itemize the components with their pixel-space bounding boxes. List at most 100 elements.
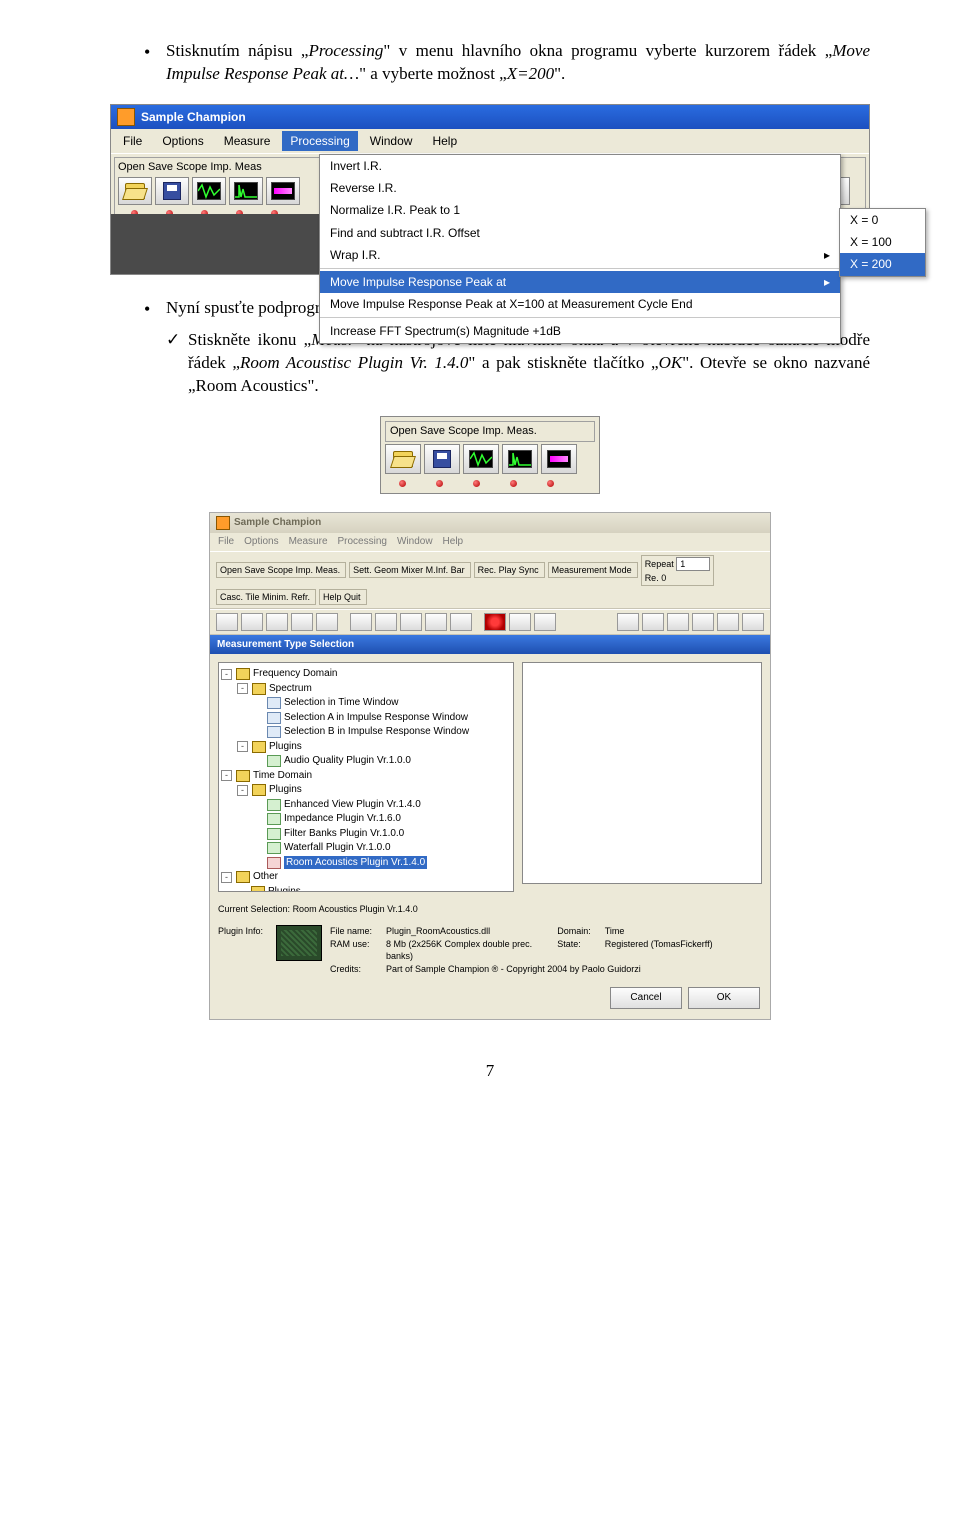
menu-wrap-ir[interactable]: Wrap I.R.▸: [320, 244, 840, 266]
menu-options[interactable]: Options: [244, 535, 278, 549]
tree-item[interactable]: Impedance Plugin Vr.1.6.0: [221, 812, 511, 827]
expand-icon[interactable]: -: [237, 785, 248, 796]
menu-reverse-ir[interactable]: Reverse I.R.: [320, 177, 840, 199]
menu-help[interactable]: Help: [443, 535, 464, 549]
tree-item[interactable]: Plugins: [221, 885, 511, 893]
tree-item[interactable]: Selection A in Impulse Response Window: [221, 711, 511, 726]
state-label: State:: [557, 938, 591, 962]
toolbar-button[interactable]: [241, 613, 263, 631]
menu-move-ir-peak-at[interactable]: Move Impulse Response Peak at▸: [320, 271, 840, 293]
plugin-icon: [267, 697, 281, 709]
submenu-x200[interactable]: X = 200: [840, 253, 925, 275]
menu-window[interactable]: Window: [362, 131, 421, 151]
menu-processing[interactable]: Processing: [338, 535, 387, 549]
screenshot-measurement-type-dialog: Sample Champion File Options Measure Pro…: [209, 512, 771, 1020]
tree-item[interactable]: Enhanced View Plugin Vr.1.4.0: [221, 798, 511, 813]
impulse-icon: [508, 450, 532, 468]
tree-item[interactable]: Selection in Time Window: [221, 696, 511, 711]
measurement-type-tree[interactable]: -Frequency Domain-SpectrumSelection in T…: [218, 662, 514, 892]
save-button[interactable]: [155, 177, 189, 205]
paragraph-1: • Stisknutím nápisu „Processing" v menu …: [144, 40, 870, 86]
menu-window[interactable]: Window: [397, 535, 433, 549]
expand-icon[interactable]: -: [237, 683, 248, 694]
plugin-info-panel: Plugin Info: File name:Plugin_RoomAcoust…: [210, 919, 770, 982]
indicator: [385, 477, 419, 489]
toolbar-button[interactable]: [216, 613, 238, 631]
toolbar-button[interactable]: [400, 613, 422, 631]
menu-file[interactable]: File: [115, 131, 150, 151]
tree-item[interactable]: Selection B in Impulse Response Window: [221, 725, 511, 740]
meas-button[interactable]: [541, 444, 577, 474]
tree-item[interactable]: Filter Banks Plugin Vr.1.0.0: [221, 827, 511, 842]
play-button[interactable]: [509, 613, 531, 631]
toolbar-button[interactable]: [316, 613, 338, 631]
toolbar-button[interactable]: [667, 613, 689, 631]
tree-item-label: Audio Quality Plugin Vr.1.0.0: [284, 754, 411, 768]
tree-item[interactable]: -Time Domain: [221, 769, 511, 784]
impulse-button[interactable]: [229, 177, 263, 205]
help-button[interactable]: [717, 613, 739, 631]
bullet-dot: •: [144, 40, 166, 86]
expand-icon[interactable]: -: [221, 770, 232, 781]
toolbar-button[interactable]: [450, 613, 472, 631]
menu-help[interactable]: Help: [424, 131, 465, 151]
menu-measure[interactable]: Measure: [289, 535, 328, 549]
tree-item[interactable]: Audio Quality Plugin Vr.1.0.0: [221, 754, 511, 769]
open-button[interactable]: [118, 177, 152, 205]
ram-value: 8 Mb (2x256K Complex double prec. banks): [386, 938, 543, 962]
menu-find-subtract-offset[interactable]: Find and subtract I.R. Offset: [320, 222, 840, 244]
open-button[interactable]: [385, 444, 421, 474]
ram-label: RAM use:: [330, 938, 372, 962]
tree-item[interactable]: -Plugins: [221, 783, 511, 798]
toolbar-button[interactable]: [425, 613, 447, 631]
impulse-button[interactable]: [502, 444, 538, 474]
menu-increase-fft-magnitude[interactable]: Increase FFT Spectrum(s) Magnitude +1dB: [320, 320, 840, 342]
toolbar-button[interactable]: [642, 613, 664, 631]
toolbar-button[interactable]: [375, 613, 397, 631]
tree-item[interactable]: -Other: [221, 870, 511, 885]
folder-icon: [236, 770, 250, 782]
move-peak-submenu: X = 0 X = 100 X = 200: [839, 208, 926, 277]
tree-item[interactable]: -Frequency Domain: [221, 667, 511, 682]
menu-measure[interactable]: Measure: [216, 131, 279, 151]
tree-item[interactable]: -Plugins: [221, 740, 511, 755]
expand-icon[interactable]: -: [221, 669, 232, 680]
menu-options[interactable]: Options: [154, 131, 211, 151]
window-titlebar: Sample Champion: [111, 105, 869, 129]
repeat-input[interactable]: 1: [676, 557, 710, 571]
filename-label: File name:: [330, 925, 372, 937]
tool-group-label: Casc. Tile Minim. Refr.: [220, 591, 312, 603]
tree-item[interactable]: -Spectrum: [221, 682, 511, 697]
menu-move-ir-peak-x100[interactable]: Move Impulse Response Peak at X=100 at M…: [320, 293, 840, 315]
toolbar-button[interactable]: [617, 613, 639, 631]
save-button[interactable]: [424, 444, 460, 474]
meas-button[interactable]: [266, 177, 300, 205]
menu-file[interactable]: File: [218, 535, 234, 549]
toolbar-button[interactable]: [266, 613, 288, 631]
main-toolbar-buttons: [210, 609, 770, 635]
tool-group-label: Sett. Geom Mixer M.Inf. Bar: [353, 564, 467, 576]
sync-button[interactable]: [534, 613, 556, 631]
record-button[interactable]: [484, 613, 506, 631]
folder-open-icon: [393, 451, 413, 467]
cancel-button[interactable]: Cancel: [610, 987, 682, 1009]
ok-button[interactable]: OK: [688, 987, 760, 1009]
tree-item-label: Waterfall Plugin Vr.1.0.0: [284, 841, 391, 855]
tree-item[interactable]: Waterfall Plugin Vr.1.0.0: [221, 841, 511, 856]
menu-normalize-ir[interactable]: Normalize I.R. Peak to 1: [320, 199, 840, 221]
scope-button[interactable]: [192, 177, 226, 205]
menu-processing[interactable]: Processing: [282, 131, 357, 151]
scope-button[interactable]: [463, 444, 499, 474]
toolbar-button[interactable]: [291, 613, 313, 631]
quit-button[interactable]: [742, 613, 764, 631]
expand-icon[interactable]: -: [221, 872, 232, 883]
submenu-x0[interactable]: X = 0: [840, 209, 925, 231]
tree-item[interactable]: Room Acoustics Plugin Vr.1.4.0: [221, 856, 511, 871]
menubar: File Options Measure Processing Window H…: [111, 129, 869, 154]
submenu-x100[interactable]: X = 100: [840, 231, 925, 253]
expand-icon[interactable]: -: [237, 741, 248, 752]
menu-invert-ir[interactable]: Invert I.R.: [320, 155, 840, 177]
folder-icon: [252, 741, 266, 753]
toolbar-button[interactable]: [692, 613, 714, 631]
toolbar-button[interactable]: [350, 613, 372, 631]
